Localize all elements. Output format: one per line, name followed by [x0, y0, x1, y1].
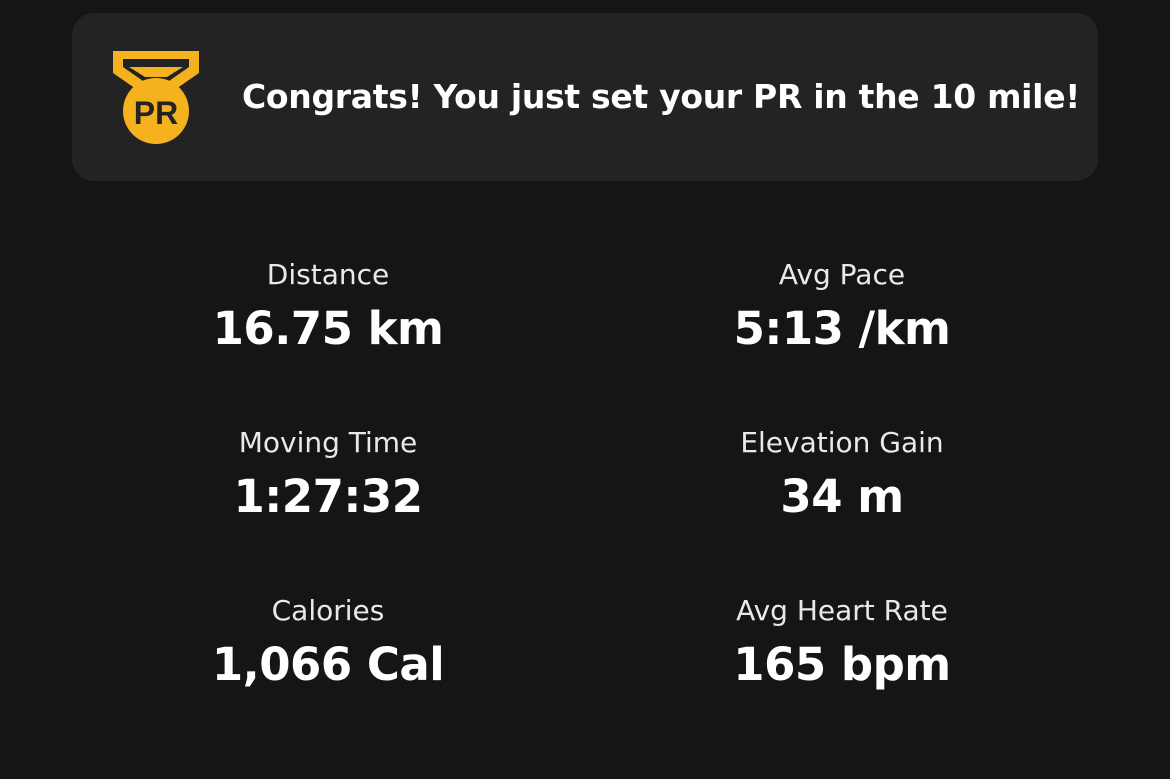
stat-value: 1,066 Cal [211, 638, 445, 691]
stat-label: Elevation Gain [740, 426, 944, 459]
stat-value: 165 bpm [733, 638, 951, 691]
stat-value: 5:13 /km [733, 302, 951, 355]
stat-label: Distance [266, 258, 390, 291]
activity-stats: Distance 16.75 km Avg Pace 5:13 /km Movi… [0, 0, 1170, 779]
stat-label: Avg Heart Rate [736, 594, 948, 627]
stat-avg-pace: Avg Pace 5:13 /km [632, 256, 1052, 358]
stat-distance: Distance 16.75 km [118, 256, 538, 358]
stat-label: Moving Time [238, 426, 418, 459]
stat-calories: Calories 1,066 Cal [118, 592, 538, 694]
stat-label: Avg Pace [778, 258, 906, 291]
stat-value: 16.75 km [212, 302, 444, 355]
stat-moving-time: Moving Time 1:27:32 [118, 424, 538, 526]
stat-value: 1:27:32 [233, 470, 423, 523]
stat-elevation-gain: Elevation Gain 34 m [632, 424, 1052, 526]
stat-value: 34 m [780, 470, 904, 523]
stat-label: Calories [271, 594, 385, 627]
stat-avg-heart-rate: Avg Heart Rate 165 bpm [632, 592, 1052, 694]
